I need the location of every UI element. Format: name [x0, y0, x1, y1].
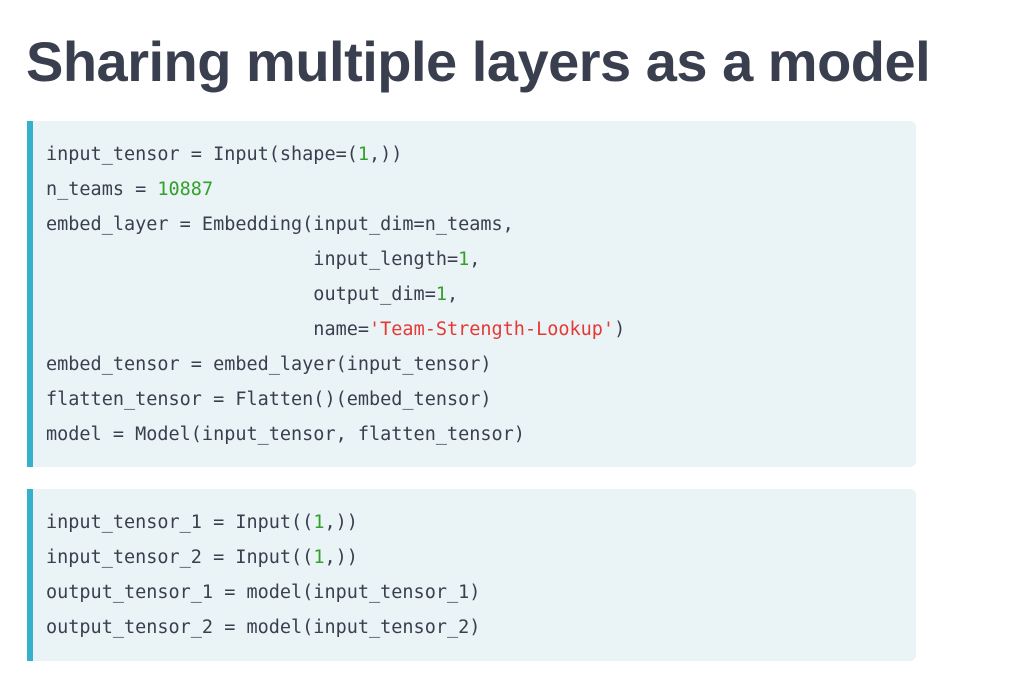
- code-line: n_teams = 10887: [46, 172, 916, 207]
- code-text: ): [614, 319, 626, 340]
- number-literal: 10887: [157, 179, 214, 200]
- code-block-model-definition[interactable]: input_tensor = Input(shape=(1,)) n_teams …: [27, 121, 916, 467]
- page-title: Sharing multiple layers as a model: [26, 30, 931, 93]
- code-text: embed_tensor = embed_layer(input_tensor): [46, 354, 492, 375]
- code-line: flatten_tensor = Flatten()(embed_tensor): [46, 382, 916, 417]
- number-literal: 1: [357, 144, 370, 165]
- code-text: flatten_tensor = Flatten()(embed_tensor): [46, 389, 492, 410]
- code-text: input_tensor_2 = Input((: [46, 547, 314, 568]
- code-text: input_tensor = Input(shape=(: [46, 144, 358, 165]
- code-text: n_teams =: [46, 179, 158, 200]
- code-text: output_tensor_2 = model(input_tensor_2): [46, 617, 481, 638]
- code-text: ,)): [324, 512, 358, 533]
- number-literal: 1: [435, 284, 447, 305]
- code-line: name='Team-Strength-Lookup'): [46, 312, 916, 347]
- slide: Sharing multiple layers as a model input…: [0, 0, 1024, 684]
- string-literal: 'Team-Strength-Lookup': [369, 319, 615, 340]
- code-line: output_tensor_2 = model(input_tensor_2): [46, 610, 916, 645]
- code-text: output_dim=: [46, 284, 436, 305]
- code-line: output_dim=1,: [46, 277, 916, 312]
- code-line: input_tensor_1 = Input((1,)): [46, 505, 916, 540]
- code-line: input_tensor_2 = Input((1,)): [46, 540, 916, 575]
- code-text: ,: [446, 284, 459, 305]
- code-line: model = Model(input_tensor, flatten_tens…: [46, 417, 916, 452]
- number-literal: 1: [458, 249, 470, 270]
- code-line: embed_tensor = embed_layer(input_tensor): [46, 347, 916, 382]
- code-text: input_tensor_1 = Input((: [46, 512, 314, 533]
- code-line: output_tensor_1 = model(input_tensor_1): [46, 575, 916, 610]
- code-text: ,)): [324, 547, 358, 568]
- code-text: model = Model(input_tensor, flatten_tens…: [46, 424, 525, 445]
- code-text: name=: [46, 319, 370, 340]
- code-text: output_tensor_1 = model(input_tensor_1): [46, 582, 481, 603]
- code-text: ,: [469, 249, 481, 270]
- number-literal: 1: [313, 512, 325, 533]
- code-text: embed_layer = Embedding(input_dim=n_team…: [46, 214, 514, 235]
- code-line: input_tensor = Input(shape=(1,)): [46, 137, 916, 172]
- code-text: ,)): [369, 144, 403, 165]
- code-block-model-usage[interactable]: input_tensor_1 = Input((1,)) input_tensor…: [27, 489, 916, 661]
- code-line: input_length=1,: [46, 242, 916, 277]
- number-literal: 1: [313, 547, 325, 568]
- code-text: input_length=: [46, 249, 459, 270]
- code-line: embed_layer = Embedding(input_dim=n_team…: [46, 207, 916, 242]
